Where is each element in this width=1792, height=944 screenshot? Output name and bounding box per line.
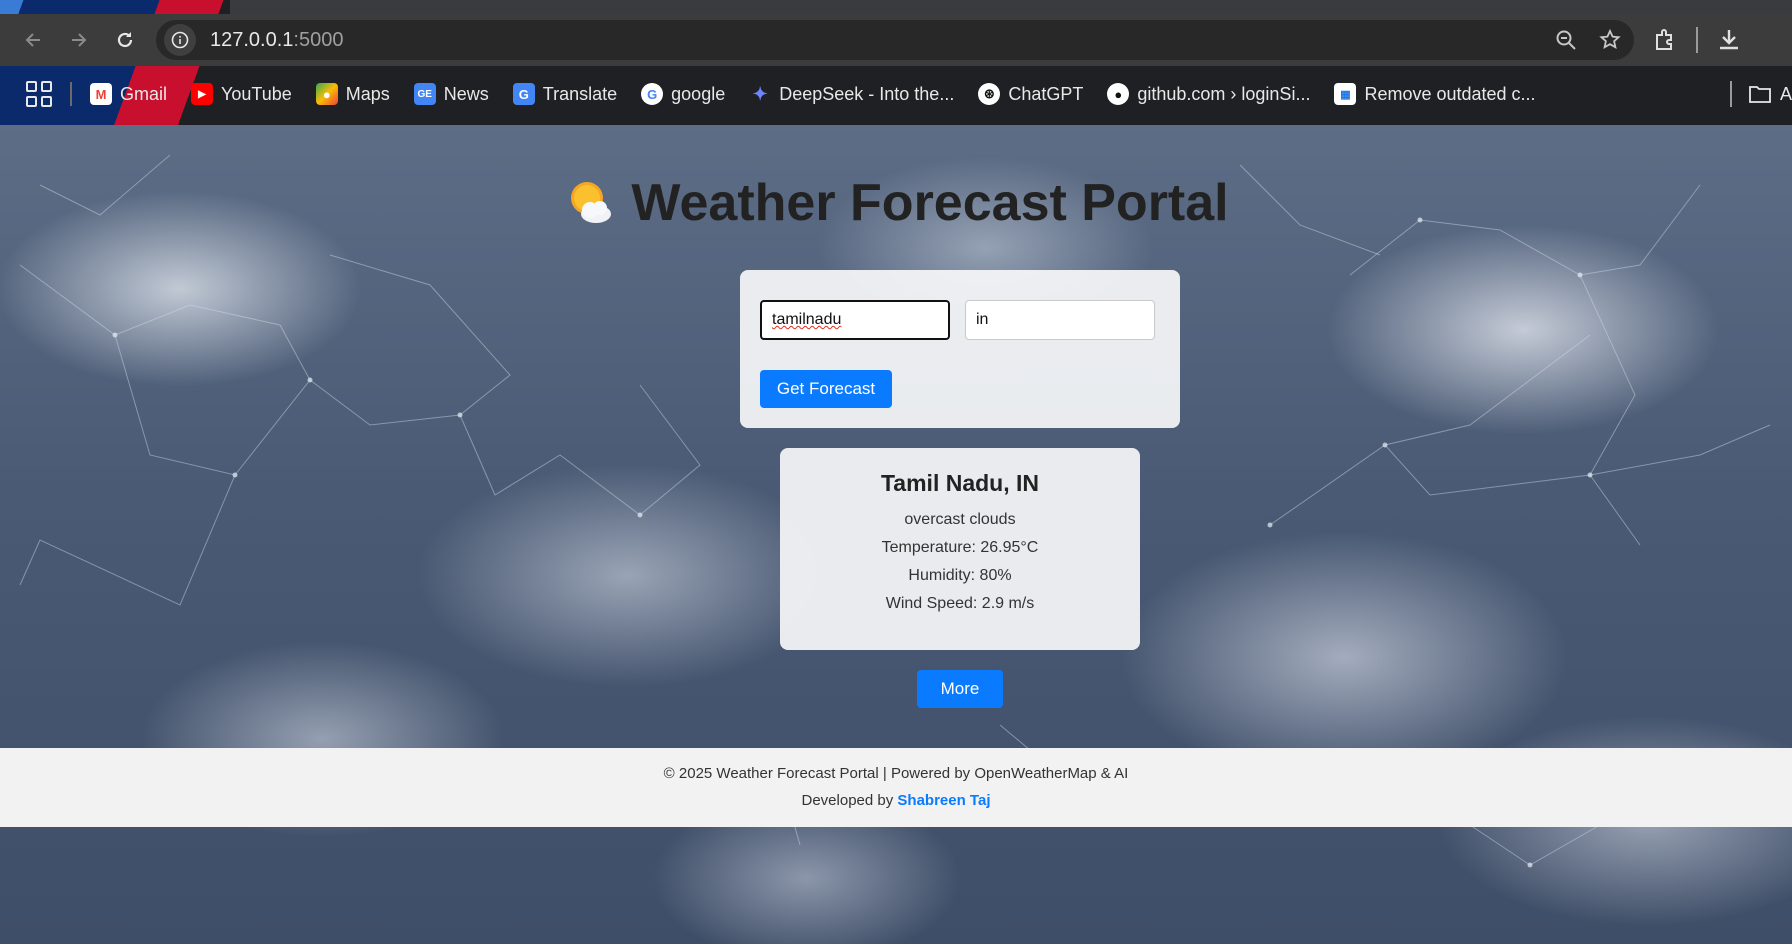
bookmark-deepseek[interactable]: ✦ DeepSeek - Into the...: [749, 83, 955, 105]
bookmark-folder[interactable]: A: [1748, 84, 1792, 105]
result-description: overcast clouds: [904, 511, 1016, 528]
zoom-icon[interactable]: [1554, 28, 1578, 52]
page-viewport: Weather Forecast Portal tamilnadu in Get…: [0, 125, 1792, 944]
footer-credit: Developed by Shabreen Taj: [0, 792, 1792, 809]
bookmark-news[interactable]: GE News: [413, 83, 489, 105]
browser-chrome: 127.0.0.1:5000 M Gmail ▶ YouTube ● Maps: [0, 0, 1792, 125]
reload-icon: [117, 32, 133, 48]
toolbar-right: [1652, 27, 1742, 53]
download-icon[interactable]: [1716, 27, 1742, 53]
url-text[interactable]: 127.0.0.1:5000: [210, 29, 343, 52]
tab-strip: [230, 0, 1792, 14]
bookmarks-bar: M Gmail ▶ YouTube ● Maps GE News G Trans…: [0, 72, 1792, 116]
get-forecast-button[interactable]: Get Forecast: [760, 370, 892, 408]
bookmark-translate[interactable]: G Translate: [512, 83, 618, 105]
news-icon: GE: [413, 83, 436, 105]
city-input[interactable]: tamilnadu: [760, 300, 950, 340]
bookmarks-right-divider: [1729, 81, 1732, 107]
bookmark-remove-outdated[interactable]: ▦ Remove outdated c...: [1334, 83, 1536, 105]
bookmark-label: Remove outdated c...: [1364, 83, 1536, 104]
bookmark-star-icon[interactable]: [1598, 28, 1622, 52]
bookmark-youtube[interactable]: ▶ YouTube: [191, 83, 292, 105]
url-port: :5000: [293, 28, 344, 51]
chatgpt-icon: ⊛: [978, 83, 1001, 105]
city-input-value: tamilnadu: [772, 311, 842, 328]
folder-icon: [1749, 86, 1771, 103]
bookmark-maps[interactable]: ● Maps: [315, 83, 390, 105]
site-info-icon[interactable]: [164, 24, 196, 56]
footer-copyright: © 2025 Weather Forecast Portal | Powered…: [663, 765, 1129, 782]
browser-toolbar: 127.0.0.1:5000: [0, 14, 1792, 66]
page-header: Weather Forecast Portal: [0, 173, 1792, 233]
maps-icon: ●: [315, 83, 338, 105]
bookmark-label: News: [443, 83, 489, 104]
arrow-left-icon: [25, 33, 40, 47]
gmail-icon: M: [90, 83, 112, 105]
bookmark-label: Maps: [345, 83, 390, 104]
country-input-value: in: [976, 311, 989, 328]
page-title: Weather Forecast Portal: [631, 174, 1229, 232]
bookmark-label: Translate: [542, 83, 618, 104]
bookmark-google[interactable]: G google: [641, 83, 725, 105]
forward-button[interactable]: [58, 19, 100, 61]
bookmark-github[interactable]: ● github.com › loginSi...: [1107, 83, 1310, 105]
page-footer: © 2025 Weather Forecast Portal | Powered…: [0, 748, 1792, 827]
bookmark-label: google: [671, 83, 726, 104]
address-bar[interactable]: 127.0.0.1:5000: [156, 20, 1634, 60]
youtube-icon: ▶: [191, 83, 214, 105]
bookmark-label: Gmail: [120, 83, 168, 104]
country-input[interactable]: in: [965, 300, 1155, 340]
weather-result-card: Tamil Nadu, IN overcast clouds Temperatu…: [780, 448, 1140, 650]
extensions-icon[interactable]: [1652, 27, 1678, 53]
google-icon: G: [641, 83, 664, 105]
omnibox-actions: [1554, 28, 1622, 52]
developer-link[interactable]: Shabreen Taj: [897, 792, 990, 809]
search-form-card: tamilnadu in Get Forecast: [740, 270, 1180, 428]
github-icon: ●: [1107, 83, 1130, 105]
back-button[interactable]: [12, 19, 54, 61]
bookmark-chatgpt[interactable]: ⊛ ChatGPT: [978, 83, 1083, 105]
nav-buttons: [12, 19, 146, 61]
reload-button[interactable]: [104, 19, 146, 61]
bookmarks-overflow: A: [1729, 81, 1792, 107]
footer-developed-by: Developed by: [801, 792, 894, 809]
more-button[interactable]: More: [917, 670, 1003, 708]
bookmark-label: YouTube: [221, 83, 292, 104]
toolbar-divider: [1696, 27, 1698, 53]
apps-grid-icon[interactable]: [26, 81, 52, 107]
result-wind-speed: Wind Speed: 2.9 m/s: [885, 595, 1035, 612]
bookmark-label: ChatGPT: [1008, 83, 1084, 104]
bookmark-label: DeepSeek - Into the...: [779, 83, 955, 104]
bookmark-label: github.com › loginSi...: [1137, 83, 1311, 104]
result-location: Tamil Nadu, IN: [880, 470, 1040, 496]
bookmarks-divider: [70, 82, 72, 106]
url-host: 127.0.0.1: [210, 28, 294, 51]
result-humidity: Humidity: 80%: [908, 567, 1012, 584]
arrow-right-icon: [72, 33, 87, 47]
result-temperature: Temperature: 26.95°C: [881, 539, 1039, 556]
calendar-icon: ▦: [1334, 83, 1357, 105]
translate-icon: G: [512, 83, 535, 105]
deepseek-icon: ✦: [752, 83, 768, 104]
sun-behind-cloud-icon: [571, 182, 612, 223]
bookmark-folder-label: A: [1779, 83, 1792, 104]
bookmark-gmail[interactable]: M Gmail: [90, 83, 167, 105]
